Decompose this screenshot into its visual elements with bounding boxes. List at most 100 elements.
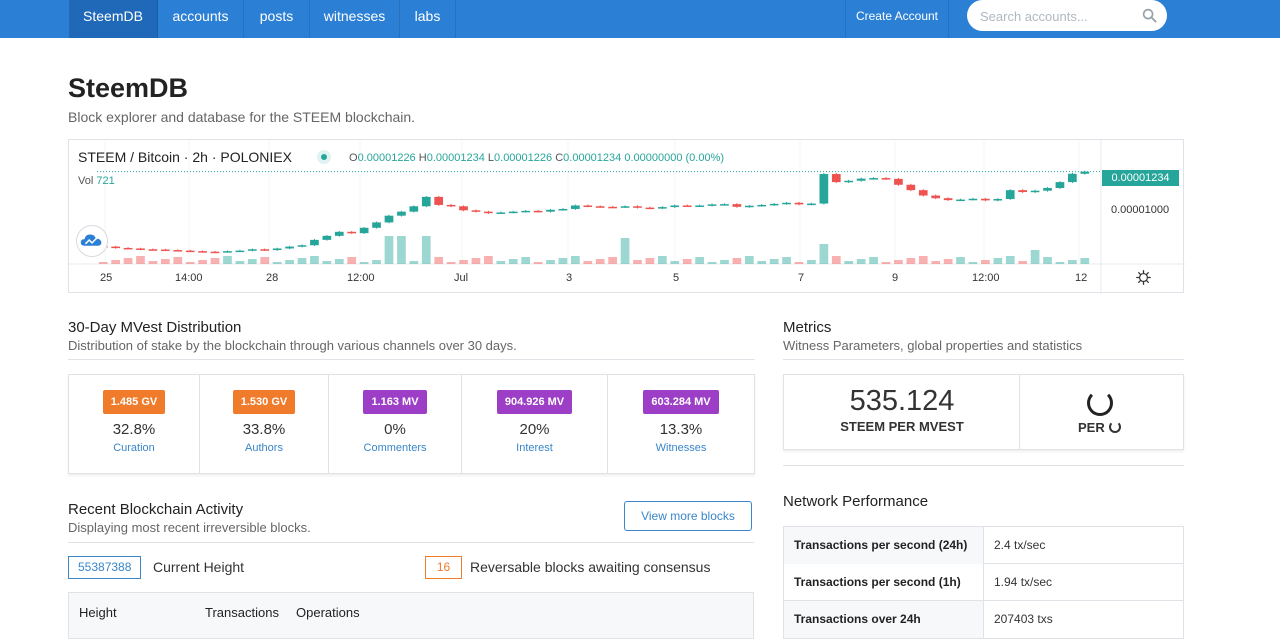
x-tick: 12:00 [347, 272, 375, 284]
volume-bar [633, 260, 642, 264]
search-box [967, 0, 1167, 31]
mvest-label[interactable]: Authors [200, 442, 328, 454]
metric-name: Transactions per second (24h) [784, 527, 984, 564]
search-icon[interactable] [1142, 8, 1157, 23]
volume-bar [695, 257, 704, 264]
x-tick: 28 [266, 272, 279, 284]
table-row: Transactions over 24h 207403 txs [784, 601, 1183, 638]
volume-bar [434, 257, 444, 264]
activity-divider [68, 542, 754, 543]
volume-bar [807, 260, 816, 264]
candle-body [173, 250, 183, 252]
mvest-label[interactable]: Interest [462, 442, 607, 454]
volume-bar [372, 260, 381, 264]
activity-subtitle: Displaying most recent irreversible bloc… [68, 520, 311, 535]
mvest-label[interactable]: Curation [69, 442, 199, 454]
candle-body [956, 199, 965, 202]
market-status-dot [317, 150, 331, 164]
volume-bar [260, 257, 270, 264]
volume-bar [819, 244, 829, 264]
mvest-divider [68, 359, 755, 360]
candle-body [471, 210, 481, 212]
volume-bar [446, 262, 456, 264]
volume-bar [484, 256, 493, 264]
candle-body [695, 205, 704, 207]
metric-value: 2.4 tx/sec [994, 538, 1046, 552]
candle-body [421, 196, 431, 207]
network-performance-table: Transactions per second (24h) 2.4 tx/sec… [783, 526, 1184, 639]
candle-body [359, 227, 369, 234]
price-axis-tick: 0.00001000 [1111, 204, 1170, 216]
candle-body [608, 206, 617, 209]
candle-body [844, 180, 854, 183]
metrics-subtitle: Witness Parameters, global properties an… [783, 338, 1083, 353]
candle-body [968, 198, 978, 201]
candle-body [881, 178, 891, 180]
chart-ohlc: O0.00001226 H0.00001234 L0.00001226 C0.0… [349, 152, 725, 164]
nav-posts[interactable]: posts [244, 0, 310, 38]
candle-body [633, 206, 642, 208]
candle-body [744, 205, 754, 208]
volume-bar [794, 262, 804, 264]
volume-bar [720, 260, 729, 264]
candle-body [794, 202, 804, 205]
tradingview-logo[interactable] [76, 225, 108, 257]
volume-bar [906, 258, 916, 264]
candle-body [1043, 188, 1052, 191]
volume-bar [707, 262, 717, 264]
mvest-label[interactable]: Witnesses [608, 442, 754, 454]
candle-body [869, 178, 878, 180]
view-more-blocks-button[interactable]: View more blocks [624, 501, 752, 531]
volume-bar [136, 256, 145, 264]
price-chart[interactable]: STEEM / Bitcoin · 2h · POLONIEX O0.00001… [68, 139, 1185, 294]
page-title: SteemDB [68, 73, 189, 103]
candle-body [757, 204, 767, 207]
candle-body [185, 250, 195, 253]
volume-bar [247, 259, 257, 264]
candle-body [322, 235, 332, 240]
metric-value: 207403 txs [994, 612, 1053, 626]
nav-steemdb[interactable]: SteemDB [69, 0, 158, 38]
candle-body [1068, 173, 1077, 183]
candle-body [906, 184, 916, 191]
candle-body [558, 208, 568, 211]
chart-settings-icon[interactable] [1136, 270, 1151, 285]
volume-value: 721 [96, 175, 115, 187]
volume-label: Vol [78, 175, 94, 187]
x-tick: 12:00 [972, 272, 1000, 284]
candle-body [1030, 190, 1040, 193]
candle-body [459, 206, 468, 211]
volume-bar [1005, 256, 1015, 264]
candle-body [198, 251, 207, 253]
nav-labs[interactable]: labs [400, 0, 456, 38]
volume-bar [981, 260, 990, 264]
mvest-badge: 1.485 GV [102, 390, 166, 414]
candle-body [682, 205, 692, 207]
volume-bar [123, 258, 133, 264]
volume-bar [310, 256, 319, 264]
candle-body [732, 204, 742, 207]
candle-body [807, 203, 816, 206]
create-account-link[interactable]: Create Account [845, 0, 949, 38]
nav-witnesses[interactable]: witnesses [310, 0, 400, 38]
mvest-label[interactable]: Commenters [329, 442, 461, 454]
nav-accounts[interactable]: accounts [158, 0, 244, 38]
volume-bar [210, 258, 220, 264]
mvest-badge: 1.530 GV [232, 390, 296, 414]
volume-bar [533, 262, 543, 264]
metrics-panel: 535.124 STEEM PER MVEST PER [783, 374, 1184, 450]
steem-per-mvest-label: STEEM PER MVEST [840, 419, 964, 434]
metric-value: 1.94 tx/sec [994, 575, 1053, 589]
volume-bar [608, 257, 617, 264]
volume-bar [744, 256, 754, 264]
candle-body [670, 205, 680, 208]
volume-bar [918, 256, 928, 264]
volume-bar [334, 259, 344, 264]
volume-bar [657, 256, 667, 264]
search-input[interactable] [980, 6, 1130, 26]
volume-bar [198, 260, 207, 264]
mvest-percent: 33.8% [242, 421, 286, 438]
reversible-blocks-badge: 16 [425, 556, 462, 579]
candle-body [819, 174, 829, 204]
mvest-witnesses: 603.284 MV 13.3% Witnesses [608, 375, 754, 473]
